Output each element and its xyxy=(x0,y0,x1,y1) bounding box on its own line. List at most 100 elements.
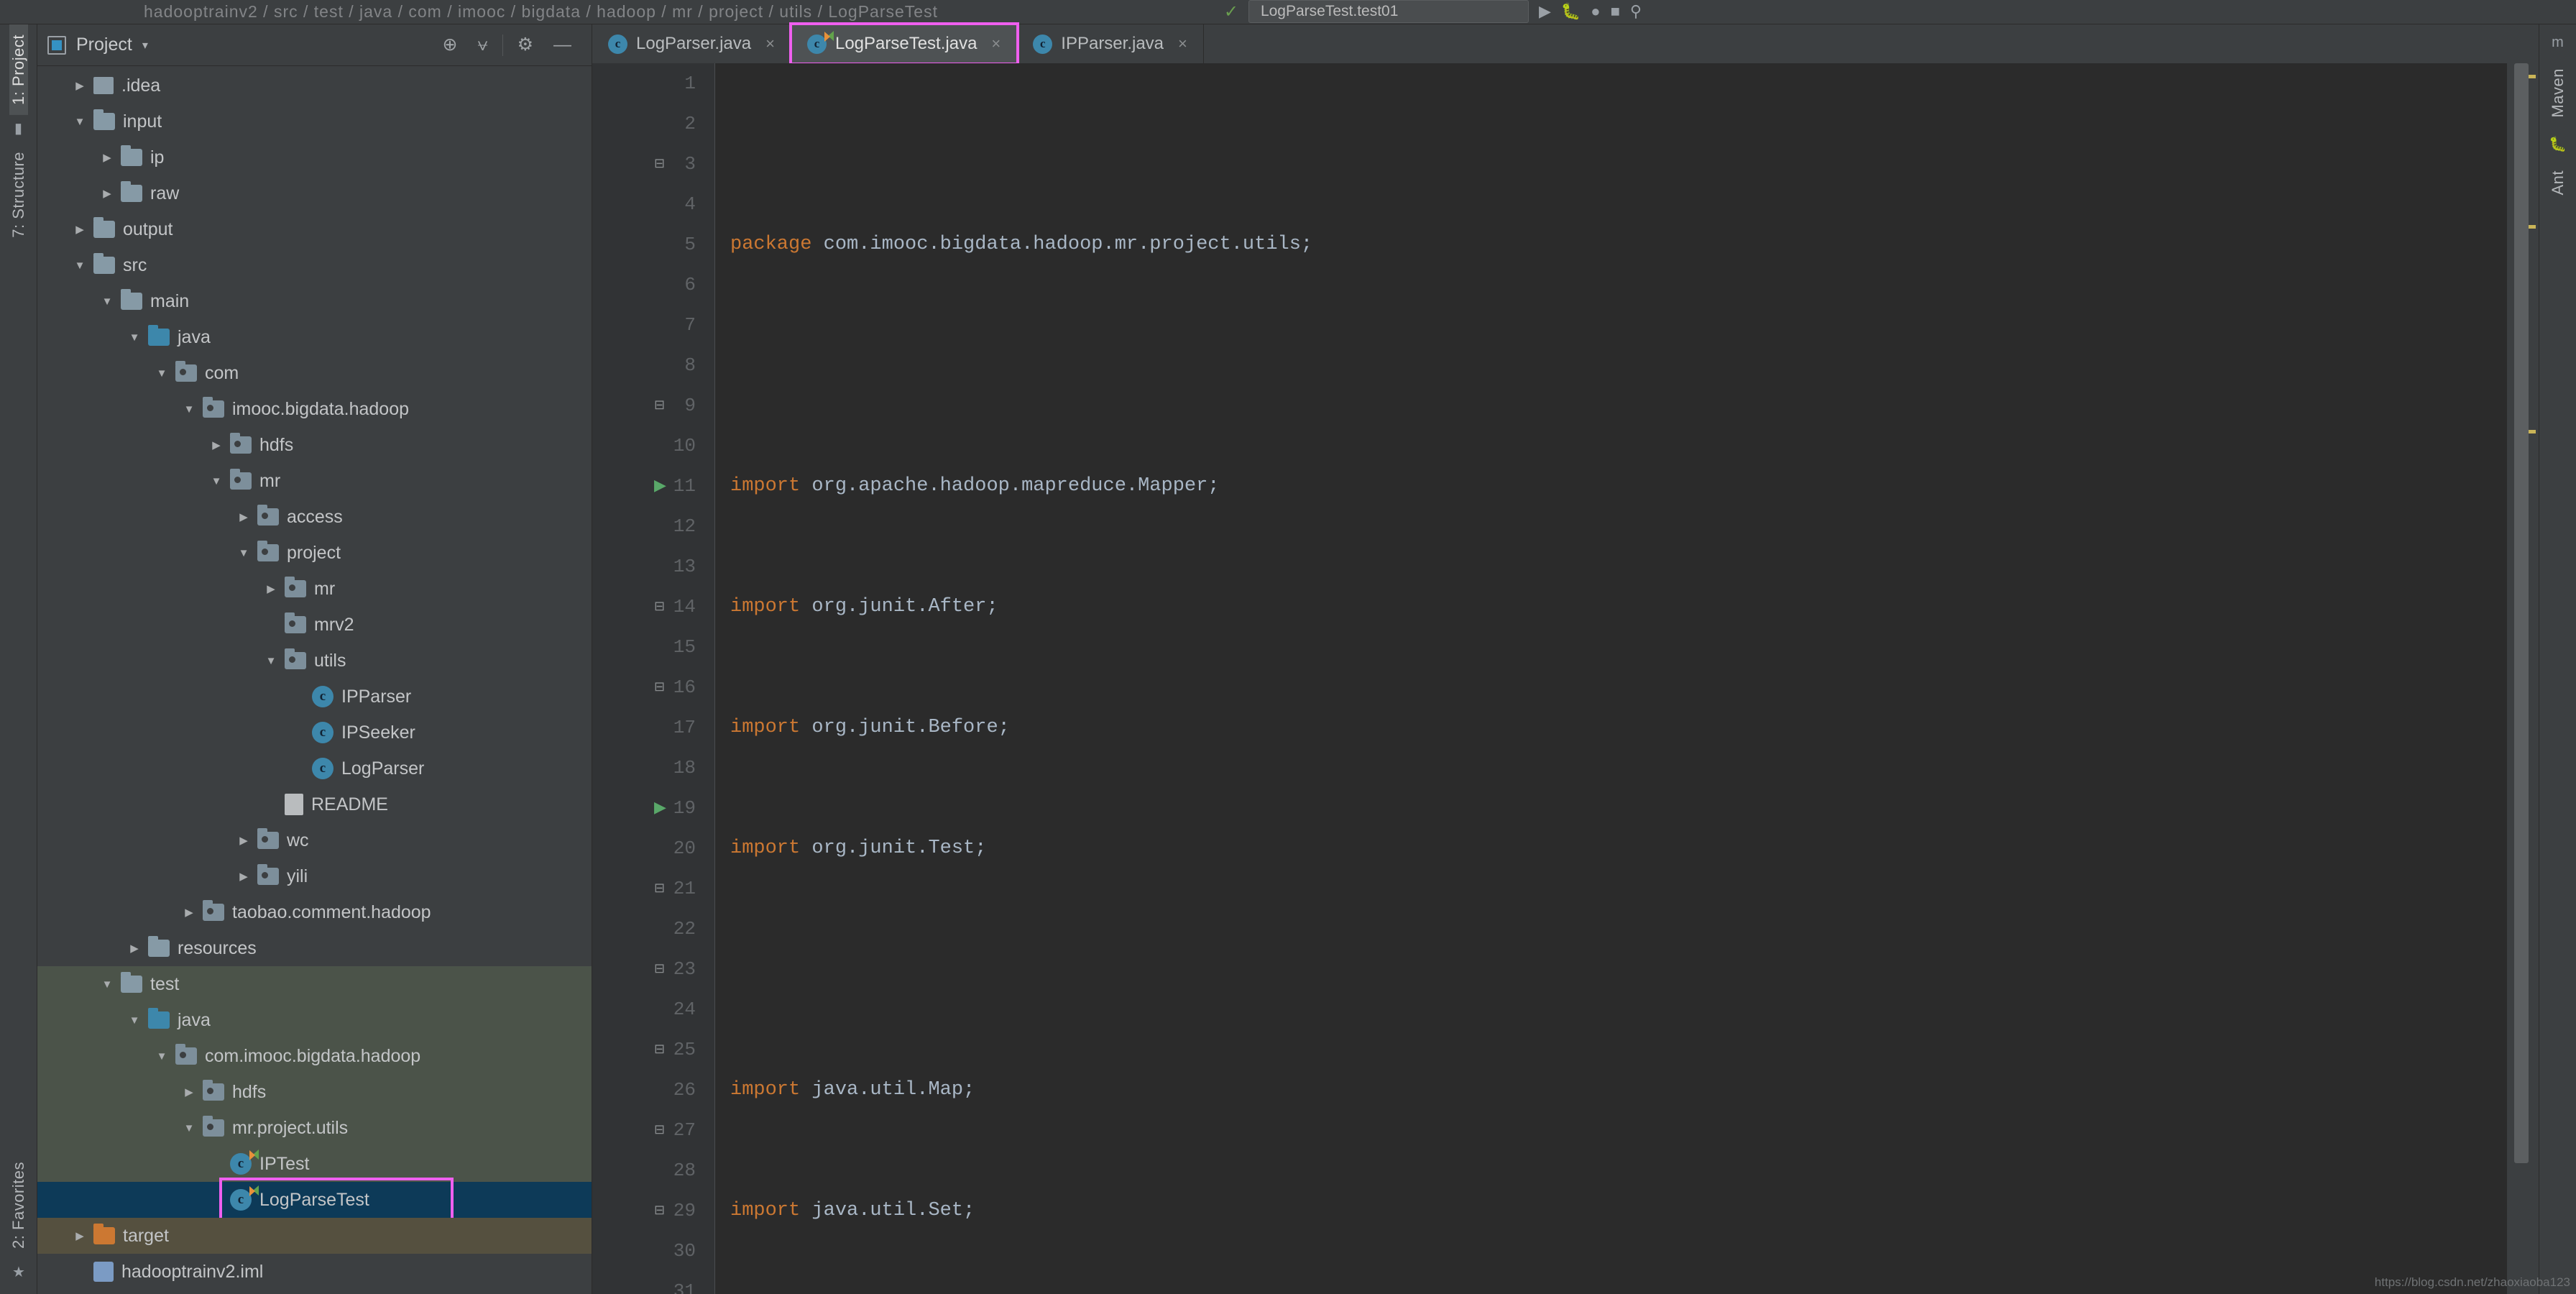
chevron-down-icon[interactable]: ▼ xyxy=(152,367,171,380)
line-number[interactable]: ▶ 19 xyxy=(592,788,714,828)
chevron-down-icon[interactable]: ▼ xyxy=(180,1122,198,1134)
tree-item-main[interactable]: ▼ main xyxy=(37,283,592,319)
tree-item-logparsetest[interactable]: c LogParseTest xyxy=(37,1178,592,1222)
line-number[interactable]: 7 xyxy=(592,305,714,345)
fold-marker-icon[interactable]: ⊟ xyxy=(654,156,665,172)
collapse-all-icon[interactable]: ⩝ xyxy=(477,36,487,54)
chevron-down-icon[interactable]: ▼ xyxy=(98,978,116,991)
tree-item-readme[interactable]: README xyxy=(37,786,592,822)
fold-marker-icon[interactable]: ⊟ xyxy=(654,1203,665,1219)
tree-item-access[interactable]: ▶ access xyxy=(37,499,592,535)
tree-item-hadooptrainv2-iml[interactable]: hadooptrainv2.iml xyxy=(37,1254,592,1290)
editor-tab-ipparser-java[interactable]: c IPParser.java × xyxy=(1017,24,1204,63)
chevron-down-icon[interactable]: ▼ xyxy=(234,547,253,559)
chevron-down-icon[interactable]: ▼ xyxy=(262,655,280,667)
ant-icon[interactable]: 🐛 xyxy=(2549,135,2567,153)
line-number[interactable]: 5 xyxy=(592,224,714,265)
chevron-right-icon[interactable]: ▶ xyxy=(70,1229,89,1242)
locate-icon[interactable]: ⊕ xyxy=(443,36,458,54)
settings-gear-icon[interactable]: ⚙ xyxy=(518,36,533,54)
tree-item-ip[interactable]: ▶ ip xyxy=(37,139,592,175)
run-test-icon[interactable]: ▶ xyxy=(654,799,666,817)
debug-icon[interactable]: 🐛 xyxy=(1561,2,1581,21)
line-number[interactable]: 4 xyxy=(592,184,714,224)
line-number[interactable]: 15 xyxy=(592,627,714,667)
stop-icon[interactable]: ■ xyxy=(1611,2,1620,21)
line-number[interactable]: 24 xyxy=(592,989,714,1029)
tree-item-mr[interactable]: ▶ mr xyxy=(37,571,592,607)
tree-item-target[interactable]: ▶ target xyxy=(37,1218,592,1254)
fold-marker-icon[interactable]: ⊟ xyxy=(654,961,665,977)
line-number[interactable]: 26 xyxy=(592,1070,714,1110)
line-number[interactable]: 8 xyxy=(592,345,714,385)
chevron-right-icon[interactable]: ▶ xyxy=(234,834,253,847)
editor-marker-bar[interactable] xyxy=(2507,63,2539,1294)
line-number[interactable]: 17 xyxy=(592,707,714,748)
line-number[interactable]: 28 xyxy=(592,1150,714,1190)
tree-item-taobao-comment-hadoop[interactable]: ▶ taobao.comment.hadoop xyxy=(37,894,592,930)
breadcrumb[interactable]: hadooptrainv2 / src / test / java / com … xyxy=(0,2,938,22)
tree-item-logparser[interactable]: c LogParser xyxy=(37,751,592,786)
chevron-right-icon[interactable]: ▶ xyxy=(262,582,280,595)
chevron-down-icon[interactable]: ▼ xyxy=(125,1014,144,1027)
project-tree[interactable]: ▶ .idea ▼ input ▶ ip ▶ raw ▶ output ▼ src ▼ main ▼ java… xyxy=(37,66,592,1294)
tree-item-raw[interactable]: ▶ raw xyxy=(37,175,592,211)
tree-item-yili[interactable]: ▶ yili xyxy=(37,858,592,894)
line-number[interactable]: ⊟ 27 xyxy=(592,1110,714,1150)
sidebar-tab-ant[interactable]: Ant xyxy=(2549,157,2567,208)
editor-code-area[interactable]: 1 2 ⊟ 3 4 5 6 7 8 ⊟ 9 10 ▶ 11 12 13 ⊟ 14 15 ⊟ 16 17 18 ▶ 19 20 ⊟ 21… xyxy=(592,63,2539,1294)
tree-item-resources[interactable]: ▶ resources xyxy=(37,930,592,966)
line-number[interactable]: 31 xyxy=(592,1271,714,1294)
chevron-right-icon[interactable]: ▶ xyxy=(234,870,253,883)
fold-marker-icon[interactable]: ⊟ xyxy=(654,679,665,695)
editor-tab-logparsetest-java[interactable]: c LogParseTest.java × xyxy=(788,22,1020,65)
fold-marker-icon[interactable]: ⊟ xyxy=(654,1122,665,1138)
line-number[interactable]: ⊟ 21 xyxy=(592,868,714,909)
tree-item-ipseeker[interactable]: c IPSeeker xyxy=(37,715,592,751)
fold-marker-icon[interactable]: ⊟ xyxy=(654,1042,665,1057)
chevron-down-icon[interactable]: ▼ xyxy=(207,475,226,487)
chevron-down-icon[interactable]: ▼ xyxy=(180,403,198,416)
tree-item-src[interactable]: ▼ src xyxy=(37,247,592,283)
line-number[interactable]: 10 xyxy=(592,426,714,466)
tree-item-mr-project-utils[interactable]: ▼ mr.project.utils xyxy=(37,1110,592,1146)
chevron-down-icon[interactable]: ▼ xyxy=(70,260,89,272)
tree-item--idea[interactable]: ▶ .idea xyxy=(37,68,592,104)
run-test-icon[interactable]: ▶ xyxy=(654,477,666,495)
line-number[interactable]: 30 xyxy=(592,1231,714,1271)
close-icon[interactable]: × xyxy=(1178,35,1187,53)
line-number[interactable]: ⊟ 23 xyxy=(592,949,714,989)
tree-item-com-imooc-bigdata-hadoop[interactable]: ▼ com.imooc.bigdata.hadoop xyxy=(37,1038,592,1074)
editor-tab-bar[interactable]: c LogParser.java × c LogParseTest.java × c IPPa… xyxy=(592,22,2539,65)
fold-marker-icon[interactable]: ⊟ xyxy=(654,599,665,615)
fold-marker-icon[interactable]: ⊟ xyxy=(654,881,665,896)
chevron-down-icon[interactable]: ▼ xyxy=(98,295,116,308)
close-icon[interactable]: × xyxy=(991,35,1000,53)
chevron-down-icon[interactable]: ▼ xyxy=(152,1050,171,1063)
tree-item-java[interactable]: ▼ java xyxy=(37,319,592,355)
tree-item-test[interactable]: ▼ test xyxy=(37,966,592,1002)
maven-icon[interactable]: m xyxy=(2552,35,2564,51)
line-number[interactable]: 20 xyxy=(592,828,714,868)
close-icon[interactable]: × xyxy=(765,35,775,53)
chevron-right-icon[interactable]: ▶ xyxy=(125,942,144,955)
chevron-down-icon[interactable]: ▾ xyxy=(142,38,148,52)
code-text[interactable]: package com.imooc.bigdata.hadoop.mr.proj… xyxy=(714,63,2507,1294)
chevron-right-icon[interactable]: ▶ xyxy=(234,510,253,523)
fold-marker-icon[interactable]: ⊟ xyxy=(654,398,665,413)
hide-icon[interactable]: — xyxy=(553,36,571,54)
run-configuration-selector[interactable]: LogParseTest.test01 xyxy=(1248,0,1529,23)
sidebar-tab-project[interactable]: 1: Project xyxy=(9,24,28,115)
tree-item-com[interactable]: ▼ com xyxy=(37,355,592,391)
line-number[interactable]: ⊟ 3 xyxy=(592,144,714,184)
tree-item-hdfs[interactable]: ▶ hdfs xyxy=(37,1074,592,1110)
chevron-right-icon[interactable]: ▶ xyxy=(98,151,116,164)
line-number[interactable]: 12 xyxy=(592,506,714,546)
line-number[interactable]: ▶ 11 xyxy=(592,466,714,506)
line-number[interactable]: 1 xyxy=(592,63,714,104)
tree-item-pom-xml[interactable]: pom.xml xyxy=(37,1290,592,1294)
line-number[interactable]: 18 xyxy=(592,748,714,788)
sidebar-tab-structure[interactable]: 7: Structure xyxy=(9,142,28,248)
chevron-right-icon[interactable]: ▶ xyxy=(70,79,89,92)
line-number[interactable]: ⊟ 25 xyxy=(592,1029,714,1070)
